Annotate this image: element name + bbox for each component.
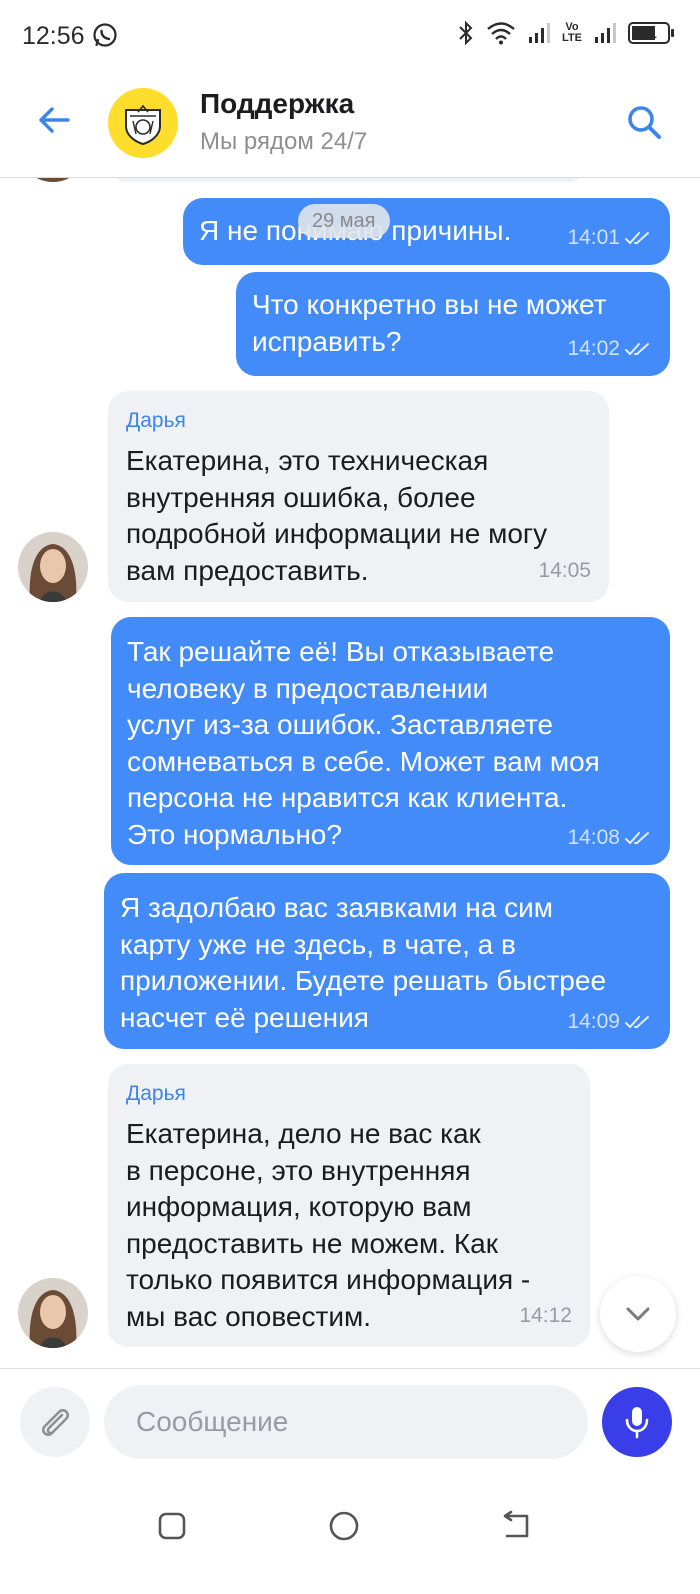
recents-button[interactable] xyxy=(152,1506,192,1546)
support-logo xyxy=(108,88,178,158)
chat-header: Поддержка Мы рядом 24/7 xyxy=(0,70,700,178)
chat-title: Поддержка xyxy=(200,88,355,119)
volte-bottom: LTE xyxy=(562,32,582,44)
sender-name: Дарья xyxy=(126,409,186,432)
bluetooth-icon xyxy=(459,20,473,46)
message-incoming[interactable]: Дарья Екатерина, это техническая внутрен… xyxy=(108,391,609,602)
message-time: 14:08 xyxy=(567,826,620,849)
agent-avatar-photo xyxy=(18,1278,88,1348)
search-icon xyxy=(628,106,661,139)
chat-subtitle: Мы рядом 24/7 xyxy=(200,128,368,155)
message-meta: 14:01 xyxy=(567,227,652,249)
battery-level: 61 xyxy=(641,25,657,41)
message-meta: 14:02 xyxy=(567,338,652,360)
attach-button[interactable] xyxy=(20,1387,90,1457)
scroll-down-button[interactable] xyxy=(600,1276,676,1352)
chevron-down-icon xyxy=(626,1307,650,1321)
message-outgoing[interactable]: Я не понимаю причины. 14:01 xyxy=(183,198,670,265)
back-nav-button[interactable] xyxy=(496,1506,536,1546)
volte-indicator: Vo LTE xyxy=(562,22,582,44)
double-check-icon xyxy=(625,1016,649,1029)
message-time: 14:01 xyxy=(567,226,620,249)
status-icons: Vo LTE 61 xyxy=(458,20,674,46)
status-time: 12:56 xyxy=(22,22,85,50)
status-bar: 12:56 Vo LTE 61 xyxy=(0,0,700,70)
message-text: Екатерина, дело не вас как в персоне, эт… xyxy=(126,1118,531,1332)
battery-indicator: 61 xyxy=(628,22,674,44)
double-check-icon xyxy=(625,232,649,245)
message-outgoing[interactable]: Я задолбаю вас заявками на сим карту уже… xyxy=(104,873,670,1049)
sender-name: Дарья xyxy=(126,1082,186,1105)
message-list[interactable]: 29 мая Я не понимаю причины. 14:01 Что к… xyxy=(0,178,700,1368)
message-meta: 14:12 xyxy=(519,1305,572,1327)
bank-emblem-icon xyxy=(125,104,161,146)
message-incoming[interactable]: Дарья Екатерина, дело не вас как в персо… xyxy=(108,1064,590,1347)
message-time: 14:09 xyxy=(567,1010,620,1033)
previous-message-edge xyxy=(108,178,588,182)
date-separator: 29 мая xyxy=(298,204,390,238)
wifi-icon xyxy=(487,22,515,45)
home-button[interactable] xyxy=(324,1506,364,1546)
arrow-left-icon xyxy=(39,107,70,133)
message-composer xyxy=(0,1368,700,1472)
message-meta: 14:09 xyxy=(567,1011,652,1033)
microphone-button[interactable] xyxy=(602,1387,672,1457)
double-check-icon xyxy=(625,832,649,845)
message-time: 14:05 xyxy=(538,559,591,582)
double-check-icon xyxy=(625,343,649,356)
message-text: Так решайте её! Вы отказываете человеку … xyxy=(127,636,600,850)
message-meta: 14:05 xyxy=(538,560,591,582)
avatar[interactable] xyxy=(18,532,88,602)
avatar[interactable] xyxy=(18,1278,88,1348)
message-time: 14:12 xyxy=(519,1304,572,1327)
back-button[interactable] xyxy=(34,100,74,140)
message-time: 14:02 xyxy=(567,337,620,360)
message-meta: 14:08 xyxy=(567,827,652,849)
message-outgoing[interactable]: Так решайте её! Вы отказываете человеку … xyxy=(111,617,670,865)
circle-icon xyxy=(329,1511,359,1541)
signal-icon-2 xyxy=(595,23,616,43)
paperclip-icon xyxy=(42,1409,69,1436)
whatsapp-icon xyxy=(93,23,117,47)
message-input[interactable] xyxy=(104,1385,588,1459)
microphone-icon xyxy=(625,1407,649,1439)
signal-icon xyxy=(529,23,551,43)
avatar-partial xyxy=(18,178,88,182)
search-button[interactable] xyxy=(624,102,664,142)
back-arrow-icon xyxy=(503,1510,529,1538)
system-navigation-bar xyxy=(0,1472,700,1594)
agent-avatar-photo xyxy=(18,532,88,602)
message-outgoing[interactable]: Что конкретно вы не может исправить? 14:… xyxy=(236,272,670,376)
square-icon xyxy=(158,1512,186,1540)
message-text: Екатерина, это техническая внутренняя ош… xyxy=(126,445,548,586)
